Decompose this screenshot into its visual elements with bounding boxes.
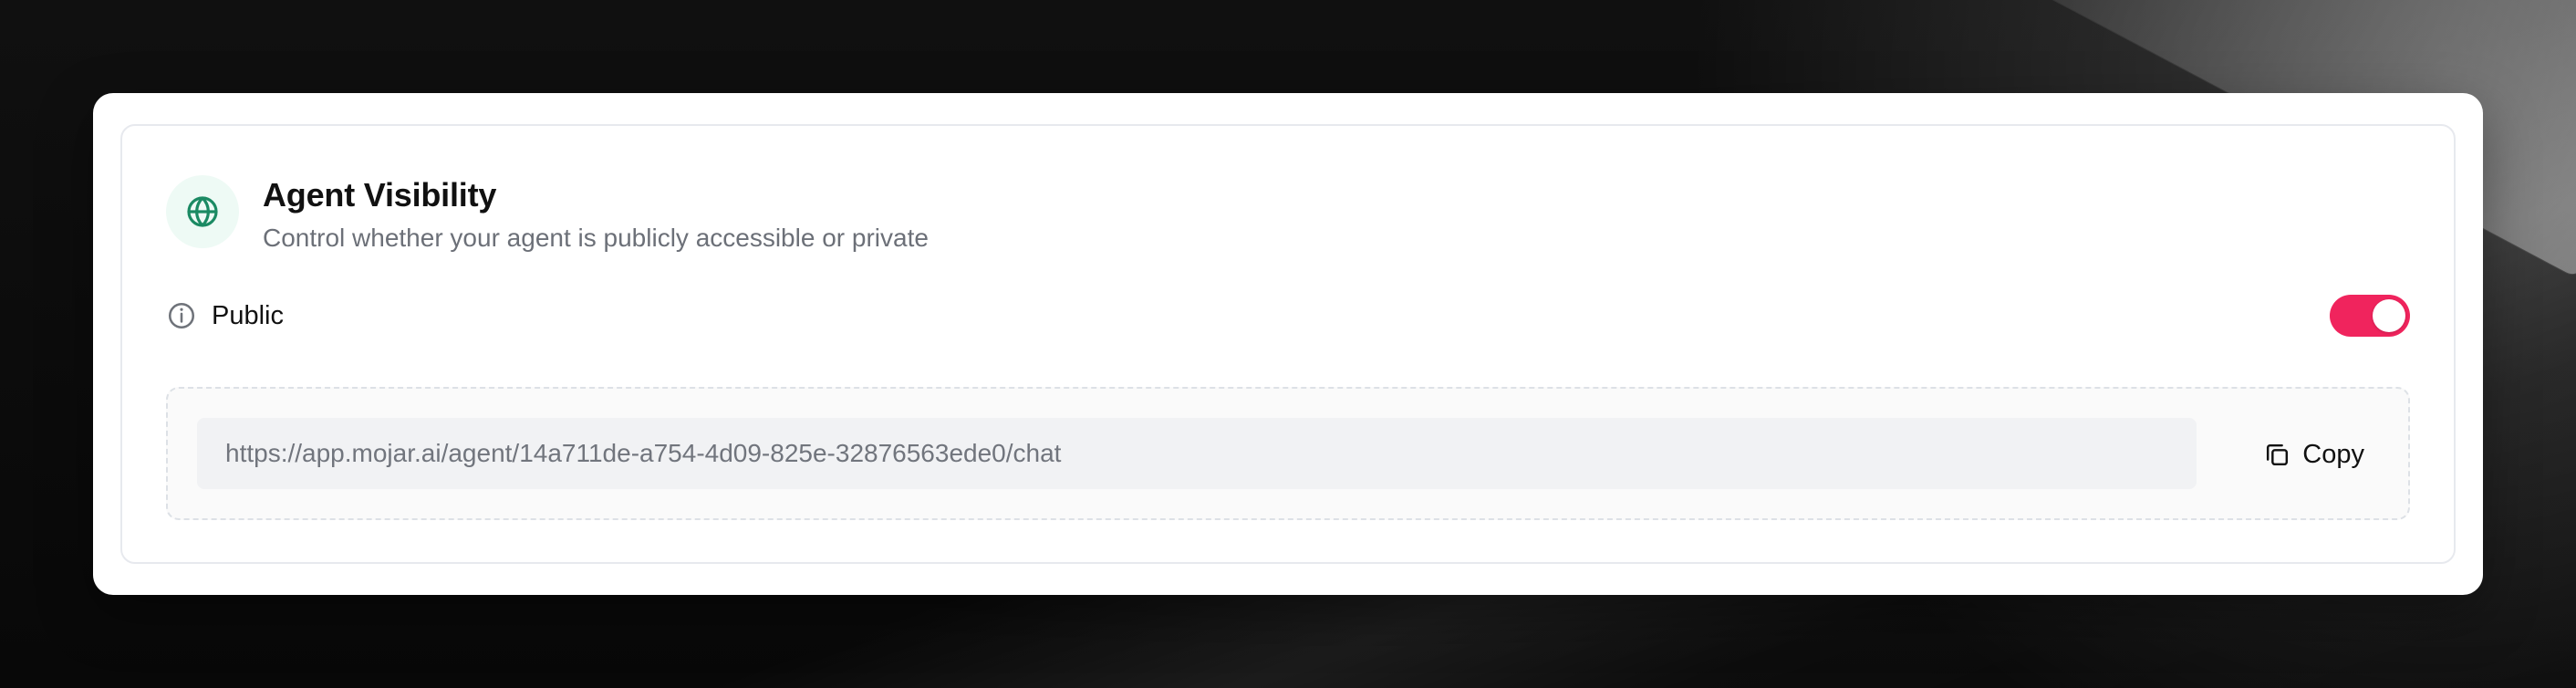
- info-icon: [168, 302, 195, 329]
- visibility-label-group: Public: [166, 300, 284, 331]
- page-title: Agent Visibility: [263, 176, 497, 214]
- agent-visibility-panel: Agent Visibility Control whether your ag…: [120, 124, 2456, 564]
- copy-button[interactable]: Copy: [2263, 431, 2364, 478]
- share-link-panel: Copy: [166, 387, 2410, 520]
- header-text-block: Agent Visibility Control whether your ag…: [263, 175, 929, 254]
- copy-button-label: Copy: [2302, 439, 2364, 469]
- visibility-row: Public: [166, 294, 2410, 338]
- agent-visibility-header: Agent Visibility Control whether your ag…: [166, 175, 929, 254]
- share-link-input[interactable]: [197, 418, 2197, 489]
- page-subtitle: Control whether your agent is publicly a…: [263, 224, 929, 252]
- copy-icon: [2267, 443, 2289, 465]
- globe-icon: [187, 196, 218, 227]
- public-toggle[interactable]: [2330, 295, 2410, 337]
- globe-icon-badge: [166, 175, 239, 248]
- toggle-knob: [2373, 299, 2405, 332]
- settings-card: Agent Visibility Control whether your ag…: [93, 93, 2483, 595]
- public-label: Public: [212, 301, 284, 330]
